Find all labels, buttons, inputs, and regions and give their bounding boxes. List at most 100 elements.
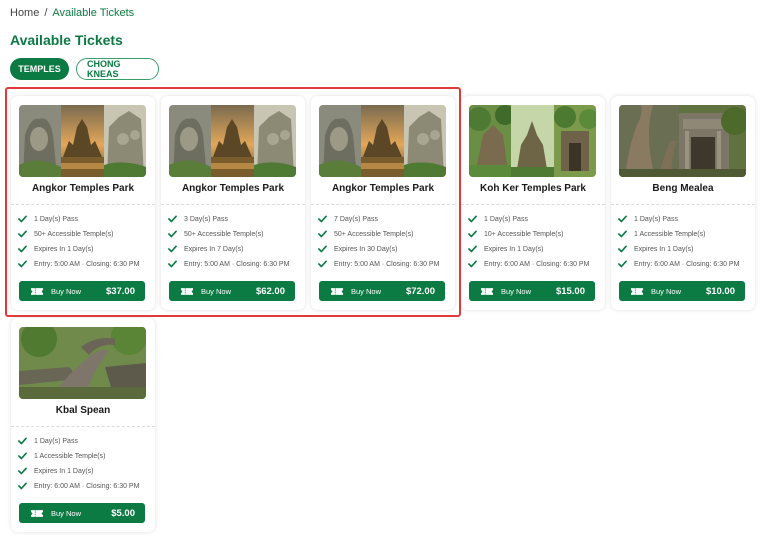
checkmark-icon bbox=[468, 214, 480, 225]
checkmark-icon bbox=[18, 244, 30, 255]
feature-item: 50+ Accessible Temple(s) bbox=[168, 227, 289, 242]
checkmark-icon bbox=[18, 229, 30, 240]
feature-item: Entry: 6:00 AM · Closing: 6:30 PM bbox=[468, 257, 589, 272]
ticket-title: Koh Ker Temples Park bbox=[480, 183, 586, 194]
ticket-icon bbox=[181, 287, 193, 296]
checkmark-icon bbox=[318, 214, 330, 225]
ticket-icon bbox=[31, 287, 43, 296]
feature-text: 1 Accessible Temple(s) bbox=[34, 453, 106, 460]
ticket-price: $37.00 bbox=[105, 285, 135, 297]
feature-item: Entry: 5:00 AM · Closing: 6:30 PM bbox=[318, 257, 439, 272]
feature-text: Entry: 5:00 AM · Closing: 6:30 PM bbox=[184, 261, 290, 268]
feature-list: 1 Day(s) Pass 1 Accessible Temple(s) Exp… bbox=[618, 212, 739, 272]
ticket-card[interactable]: Angkor Temples Park 7 Day(s) Pass 50+ Ac… bbox=[311, 96, 455, 310]
breadcrumb: Home / Available Tickets bbox=[10, 7, 134, 19]
ticket-title: Angkor Temples Park bbox=[31, 183, 135, 194]
buy-now-button[interactable]: Buy Now $37.00 bbox=[19, 281, 145, 301]
card-divider bbox=[461, 204, 605, 205]
feature-item: 50+ Accessible Temple(s) bbox=[18, 227, 139, 242]
tab-temples[interactable]: TEMPLES bbox=[10, 58, 69, 80]
card-divider bbox=[311, 204, 455, 205]
checkmark-icon bbox=[168, 259, 180, 270]
ticket-card[interactable]: Kbal Spean 1 Day(s) Pass 1 Accessible Te… bbox=[11, 318, 155, 532]
feature-text: 1 Accessible Temple(s) bbox=[634, 231, 706, 238]
feature-text: 1 Day(s) Pass bbox=[484, 216, 528, 223]
buy-now-label: Buy Now bbox=[51, 286, 82, 296]
checkmark-icon bbox=[468, 229, 480, 240]
checkmark-icon bbox=[18, 481, 30, 492]
checkmark-icon bbox=[468, 244, 480, 255]
ticket-price: $72.00 bbox=[405, 285, 435, 297]
checkmark-icon bbox=[18, 259, 30, 270]
feature-list: 1 Day(s) Pass 50+ Accessible Temple(s) E… bbox=[18, 212, 139, 272]
feature-text: Entry: 5:00 AM · Closing: 6:30 PM bbox=[334, 261, 440, 268]
feature-item: Entry: 6:00 AM · Closing: 6:30 PM bbox=[618, 257, 739, 272]
feature-list: 1 Day(s) Pass 10+ Accessible Temple(s) E… bbox=[468, 212, 589, 272]
ticket-card[interactable]: Angkor Temples Park 1 Day(s) Pass 50+ Ac… bbox=[11, 96, 155, 310]
feature-text: 1 Day(s) Pass bbox=[34, 438, 78, 445]
feature-text: Expires In 1 Day(s) bbox=[34, 468, 94, 475]
category-tabs: TEMPLES CHONG KNEAS bbox=[10, 58, 159, 80]
card-divider bbox=[11, 426, 155, 427]
buy-now-button[interactable]: Buy Now $5.00 bbox=[19, 503, 145, 523]
ticket-price: $62.00 bbox=[255, 285, 285, 297]
breadcrumb-current: Available Tickets bbox=[52, 7, 135, 19]
feature-item: Expires In 7 Day(s) bbox=[168, 242, 289, 257]
beng-mealea-photo bbox=[619, 105, 746, 177]
buy-now-label: Buy Now bbox=[351, 286, 382, 296]
ticket-card[interactable]: Koh Ker Temples Park 1 Day(s) Pass 10+ A… bbox=[461, 96, 605, 310]
feature-item: 1 Accessible Temple(s) bbox=[18, 449, 139, 464]
ticket-card[interactable]: Beng Mealea 1 Day(s) Pass 1 Accessible T… bbox=[611, 96, 755, 310]
feature-item: Expires In 1 Day(s) bbox=[18, 242, 139, 257]
checkmark-icon bbox=[168, 214, 180, 225]
feature-item: Expires In 1 Day(s) bbox=[468, 242, 589, 257]
feature-text: Entry: 6:00 AM · Closing: 6:30 PM bbox=[34, 483, 140, 490]
feature-item: Entry: 6:00 AM · Closing: 6:30 PM bbox=[18, 479, 139, 494]
card-divider bbox=[611, 204, 755, 205]
feature-text: 1 Day(s) Pass bbox=[34, 216, 78, 223]
buy-now-label: Buy Now bbox=[51, 508, 82, 518]
checkmark-icon bbox=[18, 451, 30, 462]
feature-text: 50+ Accessible Temple(s) bbox=[34, 231, 114, 238]
feature-text: Expires In 1 Day(s) bbox=[634, 246, 694, 253]
checkmark-icon bbox=[468, 259, 480, 270]
buy-now-button[interactable]: Buy Now $62.00 bbox=[169, 281, 295, 301]
ticket-icon bbox=[331, 287, 343, 296]
ticket-icon bbox=[31, 509, 43, 518]
checkmark-icon bbox=[168, 229, 180, 240]
page-title: Available Tickets bbox=[10, 32, 123, 48]
card-divider bbox=[11, 204, 155, 205]
feature-item: Expires In 30 Day(s) bbox=[318, 242, 439, 257]
checkmark-icon bbox=[318, 229, 330, 240]
ticket-card[interactable]: Angkor Temples Park 3 Day(s) Pass 50+ Ac… bbox=[161, 96, 305, 310]
buy-now-button[interactable]: Buy Now $10.00 bbox=[619, 281, 745, 301]
feature-item: Entry: 5:00 AM · Closing: 6:30 PM bbox=[18, 257, 139, 272]
feature-item: 50+ Accessible Temple(s) bbox=[318, 227, 439, 242]
feature-text: Expires In 30 Day(s) bbox=[334, 246, 398, 253]
feature-text: Entry: 6:00 AM · Closing: 6:30 PM bbox=[484, 261, 590, 268]
buy-now-button[interactable]: Buy Now $15.00 bbox=[469, 281, 595, 301]
ticket-price: $15.00 bbox=[555, 285, 585, 297]
angkor-photo bbox=[19, 105, 146, 177]
feature-text: 50+ Accessible Temple(s) bbox=[184, 231, 264, 238]
feature-item: 1 Day(s) Pass bbox=[468, 212, 589, 227]
breadcrumb-home-link[interactable]: Home bbox=[10, 7, 39, 19]
kbal-spean-photo bbox=[19, 327, 146, 399]
koh-ker-photo bbox=[469, 105, 596, 177]
feature-item: 1 Day(s) Pass bbox=[18, 212, 139, 227]
feature-item: Expires In 1 Day(s) bbox=[618, 242, 739, 257]
tab-chong-kneas[interactable]: CHONG KNEAS bbox=[76, 58, 159, 80]
feature-text: 1 Day(s) Pass bbox=[634, 216, 678, 223]
ticket-title: Angkor Temples Park bbox=[181, 183, 285, 194]
feature-text: 50+ Accessible Temple(s) bbox=[334, 231, 414, 238]
ticket-title: Angkor Temples Park bbox=[331, 183, 435, 194]
feature-text: Entry: 6:00 AM · Closing: 6:30 PM bbox=[634, 261, 740, 268]
ticket-price: $5.00 bbox=[111, 507, 135, 519]
checkmark-icon bbox=[618, 259, 630, 270]
feature-text: 3 Day(s) Pass bbox=[184, 216, 228, 223]
checkmark-icon bbox=[618, 229, 630, 240]
feature-text: Expires In 1 Day(s) bbox=[484, 246, 544, 253]
feature-list: 3 Day(s) Pass 50+ Accessible Temple(s) E… bbox=[168, 212, 289, 272]
buy-now-label: Buy Now bbox=[651, 286, 682, 296]
buy-now-button[interactable]: Buy Now $72.00 bbox=[319, 281, 445, 301]
